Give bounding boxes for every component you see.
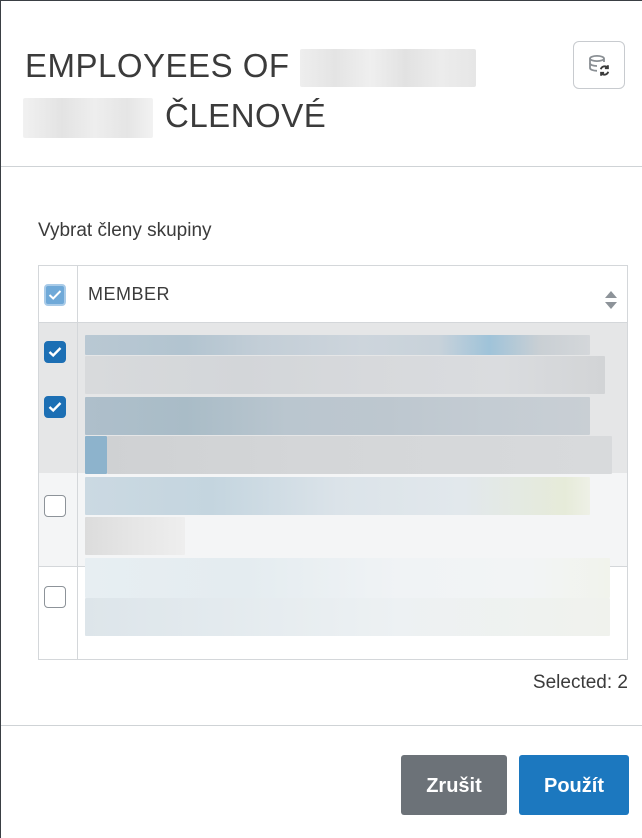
row-4-checkbox[interactable] [44, 586, 66, 608]
member-column-header[interactable]: MEMBER [88, 284, 170, 305]
select-all-checkbox[interactable] [44, 284, 66, 306]
database-refresh-icon [589, 55, 611, 77]
row-3-checkbox[interactable] [44, 495, 66, 517]
members-grid: MEMBER [38, 265, 628, 660]
redacted-member-name [85, 397, 590, 435]
redacted-member-detail [85, 356, 605, 394]
title-suffix: ČLENOVÉ [165, 97, 327, 134]
apply-button[interactable]: Použít [519, 755, 629, 815]
checkmark-icon [48, 290, 62, 300]
redacted-member-detail [85, 598, 610, 636]
checkmark-icon [48, 402, 62, 413]
title-prefix: EMPLOYEES OF [25, 47, 290, 84]
column-separator [77, 266, 78, 659]
selected-count: Selected: 2 [532, 672, 628, 693]
refresh-members-button[interactable] [573, 41, 625, 89]
redacted-group-name [299, 49, 476, 88]
row-2-checkbox[interactable] [44, 396, 66, 418]
redacted-member-detail [107, 436, 612, 474]
footer-divider [1, 725, 642, 726]
row-1-checkbox[interactable] [44, 341, 66, 363]
cancel-button[interactable]: Zrušit [401, 755, 507, 815]
redacted-group-name-continued [23, 98, 153, 139]
redacted-member-name [85, 477, 590, 515]
sort-icon[interactable] [604, 290, 618, 310]
dialog-title: EMPLOYEES OF ČLENOVÉ [23, 41, 545, 141]
checkmark-icon [48, 347, 62, 358]
select-members-label: Vybrat členy skupiny [38, 220, 212, 241]
members-dialog: EMPLOYEES OF ČLENOVÉ Vybrat členy skupin… [0, 0, 642, 838]
redacted-member-detail [85, 517, 185, 555]
redacted-member-detail [85, 436, 107, 474]
dialog-header: EMPLOYEES OF ČLENOVÉ [1, 1, 642, 167]
redacted-member-name [85, 558, 610, 598]
grid-header: MEMBER [39, 266, 627, 323]
redacted-member-name [85, 335, 590, 355]
